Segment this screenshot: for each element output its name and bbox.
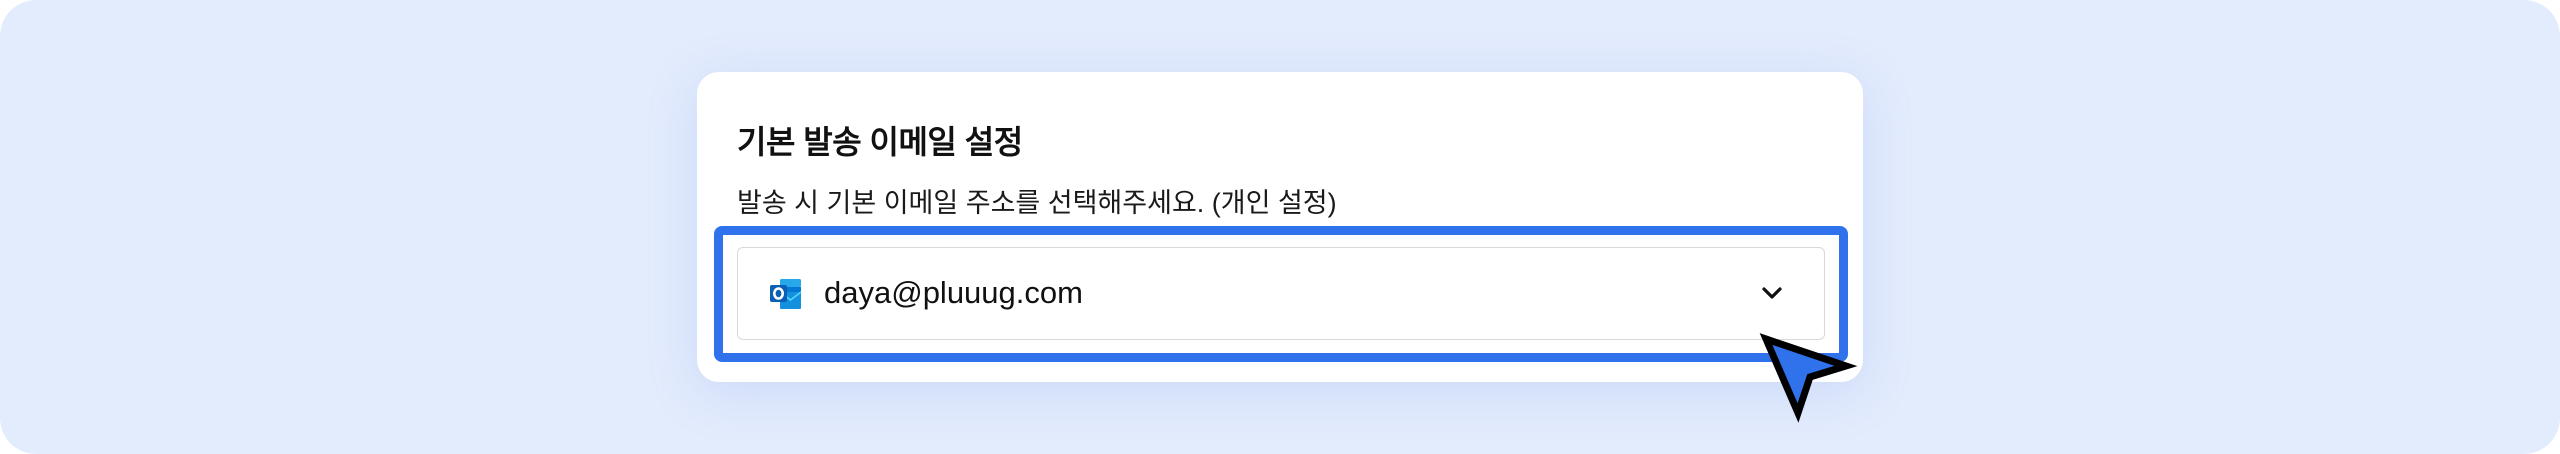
pointer-cursor-icon — [1759, 333, 1858, 423]
card-title: 기본 발송 이메일 설정 — [737, 124, 1023, 160]
focus-highlight-frame — [714, 226, 1848, 362]
card-description: 발송 시 기본 이메일 주소를 선택해주세요. (개인 설정) — [737, 188, 1337, 218]
